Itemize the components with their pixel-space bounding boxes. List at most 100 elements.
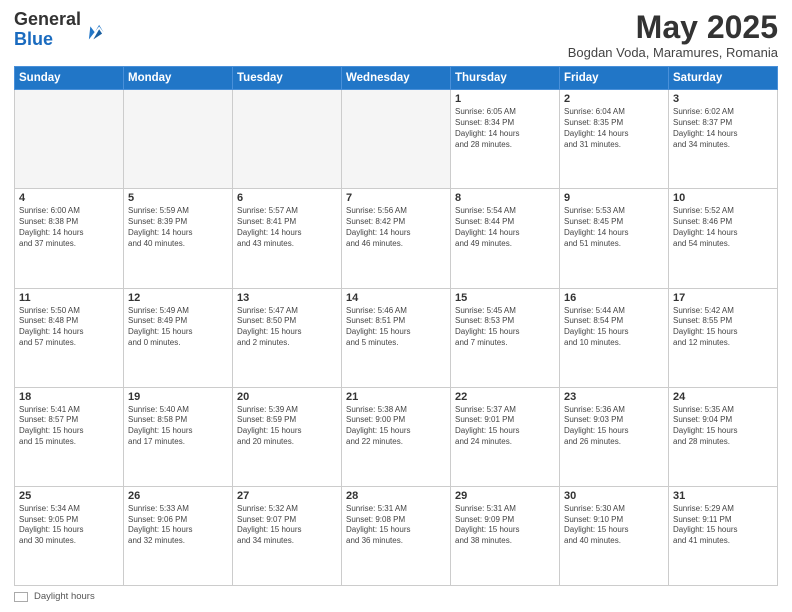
- day-info: Sunrise: 5:34 AM Sunset: 9:05 PM Dayligh…: [19, 504, 119, 547]
- month-title: May 2025: [568, 10, 778, 45]
- day-info: Sunrise: 5:44 AM Sunset: 8:54 PM Dayligh…: [564, 306, 664, 349]
- calendar-cell: 7Sunrise: 5:56 AM Sunset: 8:42 PM Daylig…: [342, 189, 451, 288]
- day-number: 12: [128, 292, 228, 304]
- calendar-cell: 20 Sunrise: 5:39 AM Sunset: 8:59 PM Dayli…: [233, 387, 342, 486]
- calendar-cell: 6 Sunrise: 5:57 AM Sunset: 8:41 PM Daylig…: [233, 189, 342, 288]
- week-row-3: 11 Sunrise: 5:50 AM Sunset: 8:48 PM Dayli…: [15, 288, 778, 387]
- day-info: Sunrise: 5:50 AM Sunset: 8:48 PM Dayligh…: [19, 306, 119, 349]
- day-info: Sunrise: 5:47 AM Sunset: 8:50 PM Dayligh…: [237, 306, 337, 349]
- calendar-cell: 18Sunrise: 5:41 AM Sunset: 8:57 PM Dayli…: [15, 387, 124, 486]
- day-info: Sunrise: 6:02 AM Sunset: 8:37 PM Dayligh…: [673, 107, 773, 150]
- day-number: 13: [237, 292, 337, 304]
- day-info: Sunrise: 5:56 AM Sunset: 8:42 PM Dayligh…: [346, 206, 446, 249]
- day-info: Sunrise: 5:40 AM Sunset: 8:58 PM Dayligh…: [128, 405, 228, 448]
- calendar-cell: 12 Sunrise: 5:49 AM Sunset: 8:49 PM Dayli…: [124, 288, 233, 387]
- calendar-cell: 10Sunrise: 5:52 AM Sunset: 8:46 PM Dayli…: [669, 189, 778, 288]
- day-number: 19: [128, 391, 228, 403]
- calendar-cell: 17Sunrise: 5:42 AM Sunset: 8:55 PM Dayli…: [669, 288, 778, 387]
- day-number: 21: [346, 391, 446, 403]
- calendar-table: SundayMondayTuesdayWednesdayThursdayFrid…: [14, 66, 778, 586]
- day-info: Sunrise: 5:31 AM Sunset: 9:09 PM Dayligh…: [455, 504, 555, 547]
- day-number: 28: [346, 490, 446, 502]
- day-number: 30: [564, 490, 664, 502]
- day-number: 15: [455, 292, 555, 304]
- weekday-header-saturday: Saturday: [669, 67, 778, 90]
- calendar-cell: 28 Sunrise: 5:31 AM Sunset: 9:08 PM Dayli…: [342, 486, 451, 585]
- calendar-cell: 4 Sunrise: 6:00 AM Sunset: 8:38 PM Daylig…: [15, 189, 124, 288]
- week-row-5: 25Sunrise: 5:34 AM Sunset: 9:05 PM Dayli…: [15, 486, 778, 585]
- footer-label: Daylight hours: [34, 591, 95, 602]
- calendar-cell: 31Sunrise: 5:29 AM Sunset: 9:11 PM Dayli…: [669, 486, 778, 585]
- day-number: 10: [673, 192, 773, 204]
- calendar-cell: 23Sunrise: 5:36 AM Sunset: 9:03 PM Dayli…: [560, 387, 669, 486]
- weekday-header-tuesday: Tuesday: [233, 67, 342, 90]
- calendar-cell: 2 Sunrise: 6:04 AM Sunset: 8:35 PM Daylig…: [560, 90, 669, 189]
- calendar-cell: 8 Sunrise: 5:54 AM Sunset: 8:44 PM Daylig…: [451, 189, 560, 288]
- calendar-cell: 1 Sunrise: 6:05 AM Sunset: 8:34 PM Daylig…: [451, 90, 560, 189]
- logo-icon: [83, 19, 105, 41]
- week-row-2: 4 Sunrise: 6:00 AM Sunset: 8:38 PM Daylig…: [15, 189, 778, 288]
- day-number: 20: [237, 391, 337, 403]
- day-info: Sunrise: 5:29 AM Sunset: 9:11 PM Dayligh…: [673, 504, 773, 547]
- day-info: Sunrise: 6:00 AM Sunset: 8:38 PM Dayligh…: [19, 206, 119, 249]
- location-subtitle: Bogdan Voda, Maramures, Romania: [568, 45, 778, 60]
- day-number: 27: [237, 490, 337, 502]
- weekday-header-sunday: Sunday: [15, 67, 124, 90]
- calendar-cell: 25Sunrise: 5:34 AM Sunset: 9:05 PM Dayli…: [15, 486, 124, 585]
- day-number: 17: [673, 292, 773, 304]
- day-info: Sunrise: 5:46 AM Sunset: 8:51 PM Dayligh…: [346, 306, 446, 349]
- calendar-cell: 24Sunrise: 5:35 AM Sunset: 9:04 PM Dayli…: [669, 387, 778, 486]
- weekday-header-row: SundayMondayTuesdayWednesdayThursdayFrid…: [15, 67, 778, 90]
- day-number: 8: [455, 192, 555, 204]
- day-info: Sunrise: 5:35 AM Sunset: 9:04 PM Dayligh…: [673, 405, 773, 448]
- day-info: Sunrise: 6:04 AM Sunset: 8:35 PM Dayligh…: [564, 107, 664, 150]
- day-number: 4: [19, 192, 119, 204]
- day-info: Sunrise: 5:49 AM Sunset: 8:49 PM Dayligh…: [128, 306, 228, 349]
- calendar-cell: 26Sunrise: 5:33 AM Sunset: 9:06 PM Dayli…: [124, 486, 233, 585]
- day-number: 2: [564, 93, 664, 105]
- day-info: Sunrise: 5:39 AM Sunset: 8:59 PM Dayligh…: [237, 405, 337, 448]
- weekday-header-wednesday: Wednesday: [342, 67, 451, 90]
- day-info: Sunrise: 6:05 AM Sunset: 8:34 PM Dayligh…: [455, 107, 555, 150]
- page: General Blue May 2025 Bogdan Voda, Maram…: [0, 0, 792, 612]
- day-number: 6: [237, 192, 337, 204]
- calendar-cell: 14 Sunrise: 5:46 AM Sunset: 8:51 PM Dayli…: [342, 288, 451, 387]
- calendar-cell: 27 Sunrise: 5:32 AM Sunset: 9:07 PM Dayli…: [233, 486, 342, 585]
- title-block: May 2025 Bogdan Voda, Maramures, Romania: [568, 10, 778, 60]
- day-number: 11: [19, 292, 119, 304]
- day-number: 14: [346, 292, 446, 304]
- calendar-cell: 5 Sunrise: 5:59 AM Sunset: 8:39 PM Daylig…: [124, 189, 233, 288]
- calendar-cell: 3Sunrise: 6:02 AM Sunset: 8:37 PM Daylig…: [669, 90, 778, 189]
- calendar-cell: [342, 90, 451, 189]
- calendar-cell: 22 Sunrise: 5:37 AM Sunset: 9:01 PM Dayli…: [451, 387, 560, 486]
- calendar-cell: [233, 90, 342, 189]
- day-info: Sunrise: 5:54 AM Sunset: 8:44 PM Dayligh…: [455, 206, 555, 249]
- day-number: 22: [455, 391, 555, 403]
- day-info: Sunrise: 5:38 AM Sunset: 9:00 PM Dayligh…: [346, 405, 446, 448]
- calendar-cell: 30Sunrise: 5:30 AM Sunset: 9:10 PM Dayli…: [560, 486, 669, 585]
- daylight-color-box: [14, 592, 28, 602]
- calendar-cell: 29Sunrise: 5:31 AM Sunset: 9:09 PM Dayli…: [451, 486, 560, 585]
- calendar-cell: [124, 90, 233, 189]
- day-info: Sunrise: 5:31 AM Sunset: 9:08 PM Dayligh…: [346, 504, 446, 547]
- calendar-cell: 13 Sunrise: 5:47 AM Sunset: 8:50 PM Dayli…: [233, 288, 342, 387]
- week-row-1: 1 Sunrise: 6:05 AM Sunset: 8:34 PM Daylig…: [15, 90, 778, 189]
- header: General Blue May 2025 Bogdan Voda, Maram…: [14, 10, 778, 60]
- logo-blue: Blue: [14, 29, 53, 49]
- calendar-cell: 15Sunrise: 5:45 AM Sunset: 8:53 PM Dayli…: [451, 288, 560, 387]
- day-info: Sunrise: 5:36 AM Sunset: 9:03 PM Dayligh…: [564, 405, 664, 448]
- logo-text: General Blue: [14, 10, 105, 50]
- day-info: Sunrise: 5:32 AM Sunset: 9:07 PM Dayligh…: [237, 504, 337, 547]
- day-info: Sunrise: 5:33 AM Sunset: 9:06 PM Dayligh…: [128, 504, 228, 547]
- day-number: 18: [19, 391, 119, 403]
- calendar-cell: 21 Sunrise: 5:38 AM Sunset: 9:00 PM Dayli…: [342, 387, 451, 486]
- weekday-header-monday: Monday: [124, 67, 233, 90]
- day-number: 1: [455, 93, 555, 105]
- footer: Daylight hours: [14, 591, 778, 602]
- day-number: 5: [128, 192, 228, 204]
- day-info: Sunrise: 5:57 AM Sunset: 8:41 PM Dayligh…: [237, 206, 337, 249]
- day-info: Sunrise: 5:37 AM Sunset: 9:01 PM Dayligh…: [455, 405, 555, 448]
- calendar-cell: 19 Sunrise: 5:40 AM Sunset: 8:58 PM Dayli…: [124, 387, 233, 486]
- day-info: Sunrise: 5:59 AM Sunset: 8:39 PM Dayligh…: [128, 206, 228, 249]
- weekday-header-friday: Friday: [560, 67, 669, 90]
